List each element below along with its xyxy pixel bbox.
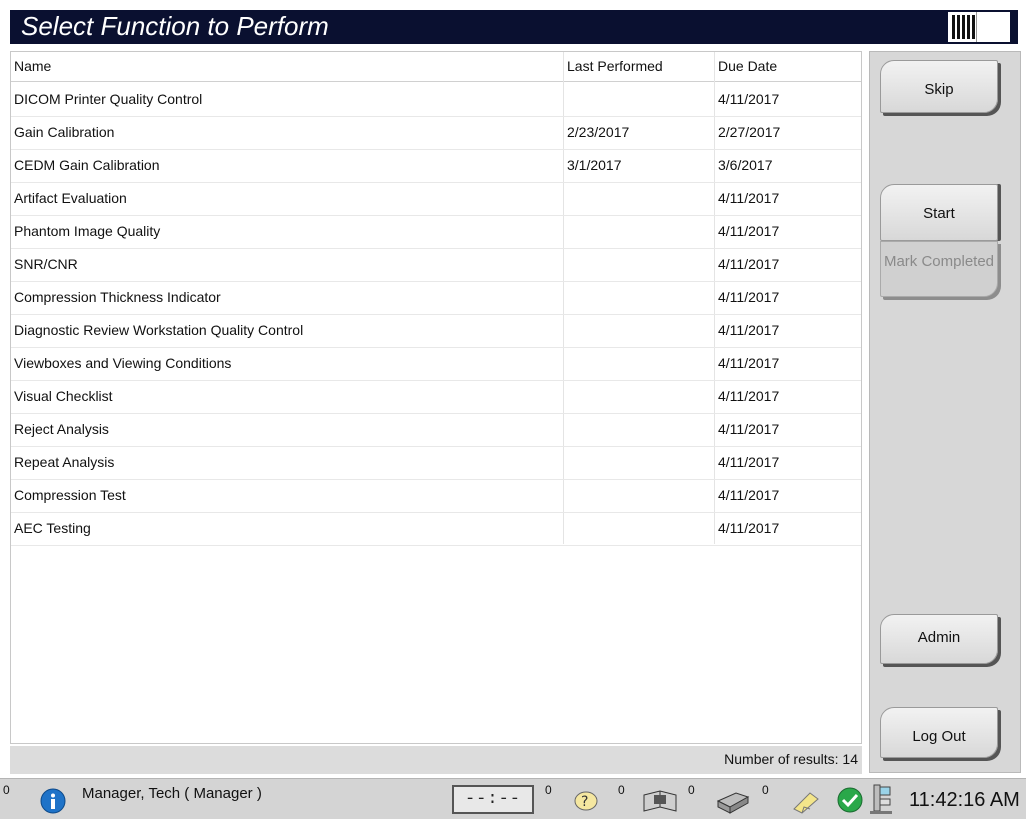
notes-count: 0	[762, 783, 769, 797]
cell-last-performed: 3/1/2017	[567, 157, 622, 173]
info-icon[interactable]	[40, 788, 66, 819]
start-button[interactable]: Start	[880, 184, 998, 241]
table-row[interactable]: Reject Analysis 4/11/2017	[11, 413, 861, 446]
cell-due-date: 4/11/2017	[718, 520, 780, 536]
current-user[interactable]: Manager, Tech ( Manager )	[82, 785, 262, 802]
table-row[interactable]: Diagnostic Review Workstation Quality Co…	[11, 314, 861, 347]
table-row[interactable]: Repeat Analysis 4/11/2017	[11, 446, 861, 479]
cell-due-date: 4/11/2017	[718, 454, 780, 470]
cell-due-date: 4/11/2017	[718, 91, 780, 107]
admin-button[interactable]: Admin	[880, 614, 998, 664]
cell-due-date: 4/11/2017	[718, 256, 780, 272]
cell-due-date: 4/11/2017	[718, 289, 780, 305]
results-strip: Number of results: 14	[10, 746, 862, 774]
cell-name: AEC Testing	[14, 520, 91, 536]
brand-logo	[948, 12, 1010, 42]
cell-name: CEDM Gain Calibration	[14, 157, 160, 173]
table-row[interactable]: Phantom Image Quality 4/11/2017	[11, 215, 861, 248]
table-row[interactable]: AEC Testing 4/11/2017	[11, 512, 861, 545]
action-panel: Skip Start Mark Completed Admin Log Out	[869, 51, 1021, 773]
cell-name: Repeat Analysis	[14, 454, 115, 470]
device-icon[interactable]	[866, 783, 896, 819]
cell-name: Phantom Image Quality	[14, 223, 161, 239]
cell-due-date: 4/11/2017	[718, 190, 780, 206]
cell-name: Reject Analysis	[14, 421, 109, 437]
book-count: 0	[618, 783, 625, 797]
column-header-last-performed[interactable]: Last Performed	[567, 52, 663, 83]
cell-name: Compression Test	[14, 487, 126, 503]
cell-name: Visual Checklist	[14, 388, 113, 404]
info-count: 0	[3, 783, 10, 797]
function-table: Name Last Performed Due Date DICOM Print…	[10, 51, 862, 744]
cell-due-date: 4/11/2017	[718, 388, 780, 404]
title-bar: Select Function to Perform	[10, 10, 1018, 44]
cell-due-date: 2/27/2017	[718, 124, 781, 140]
cell-name: Compression Thickness Indicator	[14, 289, 221, 305]
skip-button[interactable]: Skip	[880, 60, 998, 113]
book-icon[interactable]	[640, 785, 680, 819]
printer-count: 0	[688, 783, 695, 797]
clock: 11:42:16 AM	[909, 789, 1020, 811]
exposure-timer: --:--	[452, 785, 534, 814]
taskbar: 0 Manager, Tech ( Manager ) --:-- 0 ? 0 …	[0, 778, 1026, 819]
table-row[interactable]: Viewboxes and Viewing Conditions 4/11/201…	[11, 347, 861, 380]
help-icon[interactable]: ?	[572, 787, 600, 818]
logout-button[interactable]: Log Out	[880, 707, 998, 758]
table-row[interactable]: SNR/CNR 4/11/2017	[11, 248, 861, 281]
note-icon[interactable]	[790, 787, 822, 819]
cell-name: SNR/CNR	[14, 256, 78, 272]
table-row[interactable]: Compression Thickness Indicator 4/11/2017	[11, 281, 861, 314]
cell-due-date: 4/11/2017	[718, 223, 780, 239]
cell-last-performed: 2/23/2017	[567, 124, 630, 140]
table-row[interactable]: DICOM Printer Quality Control 4/11/2017	[11, 83, 861, 116]
column-header-name[interactable]: Name	[14, 52, 51, 83]
cell-due-date: 3/6/2017	[718, 157, 773, 173]
printer-icon[interactable]	[712, 785, 752, 819]
table-row[interactable]: Visual Checklist 4/11/2017	[11, 380, 861, 413]
results-count: Number of results: 14	[724, 751, 858, 767]
table-row[interactable]: Compression Test 4/11/2017	[11, 479, 861, 512]
page-title: Select Function to Perform	[21, 11, 329, 41]
help-count: 0	[545, 783, 552, 797]
cell-name: Viewboxes and Viewing Conditions	[14, 355, 232, 371]
mark-completed-button: Mark Completed	[880, 241, 998, 297]
table-row[interactable]: CEDM Gain Calibration 3/1/2017 3/6/2017	[11, 149, 861, 182]
cell-name: Gain Calibration	[14, 124, 115, 140]
cell-name: DICOM Printer Quality Control	[14, 91, 203, 107]
cell-due-date: 4/11/2017	[718, 322, 780, 338]
cell-name: Diagnostic Review Workstation Quality Co…	[14, 322, 304, 338]
cell-due-date: 4/11/2017	[718, 421, 780, 437]
cell-due-date: 4/11/2017	[718, 355, 780, 371]
check-icon[interactable]	[836, 786, 864, 819]
cell-name: Artifact Evaluation	[14, 190, 127, 206]
table-row[interactable]: Artifact Evaluation 4/11/2017	[11, 182, 861, 215]
table-row[interactable]: Gain Calibration 2/23/2017 2/27/2017	[11, 116, 861, 149]
column-header-due-date[interactable]: Due Date	[718, 52, 777, 83]
cell-due-date: 4/11/2017	[718, 487, 780, 503]
svg-text:?: ?	[581, 794, 588, 810]
